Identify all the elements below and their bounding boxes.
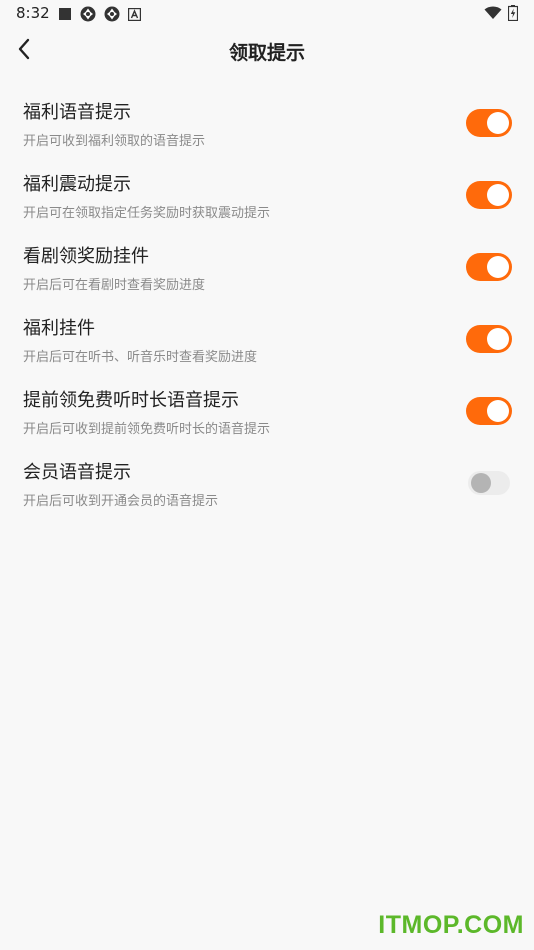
watermark: ITMOP.COM xyxy=(378,911,524,939)
drama-reward-widget-toggle[interactable] xyxy=(466,253,512,281)
wifi-icon xyxy=(484,6,502,20)
setting-drama-reward-widget: 看剧领奖励挂件 开启后可在看剧时查看奖励进度 xyxy=(0,232,534,304)
toggle-knob xyxy=(487,256,509,278)
battery-charging-icon xyxy=(508,5,518,21)
toggle-knob xyxy=(471,473,491,493)
setting-free-listen-voice: 提前领免费听时长语音提示 开启后可收到提前领免费听时长的语音提示 xyxy=(0,376,534,448)
status-notification-icons xyxy=(58,6,149,22)
setting-description: 开启可在领取指定任务奖励时获取震动提示 xyxy=(23,206,271,221)
status-system-icons xyxy=(478,5,518,21)
setting-title: 福利语音提示 xyxy=(23,102,131,123)
free-listen-voice-toggle[interactable] xyxy=(466,397,512,425)
aperture-icon xyxy=(80,6,96,22)
setting-welfare-widget: 福利挂件 开启后可在听书、听音乐时查看奖励进度 xyxy=(0,304,534,376)
a-badge-icon xyxy=(128,7,141,21)
setting-title: 福利震动提示 xyxy=(23,174,131,195)
welfare-vibration-toggle[interactable] xyxy=(466,181,512,209)
toggle-knob xyxy=(487,112,509,134)
member-voice-toggle[interactable] xyxy=(468,471,510,495)
setting-title: 福利挂件 xyxy=(23,318,95,339)
stop-square-icon xyxy=(58,7,72,21)
toggle-knob xyxy=(487,184,509,206)
welfare-widget-toggle[interactable] xyxy=(466,325,512,353)
setting-title: 会员语音提示 xyxy=(23,462,131,483)
toggle-knob xyxy=(487,400,509,422)
status-time: 8:32 xyxy=(16,4,50,22)
setting-description: 开启可收到福利领取的语音提示 xyxy=(23,134,206,149)
setting-description: 开启后可收到提前领免费听时长的语音提示 xyxy=(23,422,271,437)
welfare-voice-toggle[interactable] xyxy=(466,109,512,137)
status-bar: 8:32 xyxy=(0,0,534,28)
aperture-icon xyxy=(104,6,120,22)
setting-welfare-vibration: 福利震动提示 开启可在领取指定任务奖励时获取震动提示 xyxy=(0,160,534,232)
toggle-knob xyxy=(487,328,509,350)
settings-list: 福利语音提示 开启可收到福利领取的语音提示 福利震动提示 开启可在领取指定任务奖… xyxy=(0,88,534,520)
setting-description: 开启后可在看剧时查看奖励进度 xyxy=(23,278,206,293)
setting-welfare-voice: 福利语音提示 开启可收到福利领取的语音提示 xyxy=(0,88,534,160)
page-title: 领取提示 xyxy=(228,42,305,64)
setting-description: 开启后可收到开通会员的语音提示 xyxy=(23,494,219,509)
setting-title: 提前领免费听时长语音提示 xyxy=(23,390,239,411)
setting-title: 看剧领奖励挂件 xyxy=(23,246,149,267)
setting-member-voice: 会员语音提示 开启后可收到开通会员的语音提示 xyxy=(0,448,534,520)
setting-description: 开启后可在听书、听音乐时查看奖励进度 xyxy=(23,350,258,365)
header-bar: 领取提示 xyxy=(0,28,534,74)
